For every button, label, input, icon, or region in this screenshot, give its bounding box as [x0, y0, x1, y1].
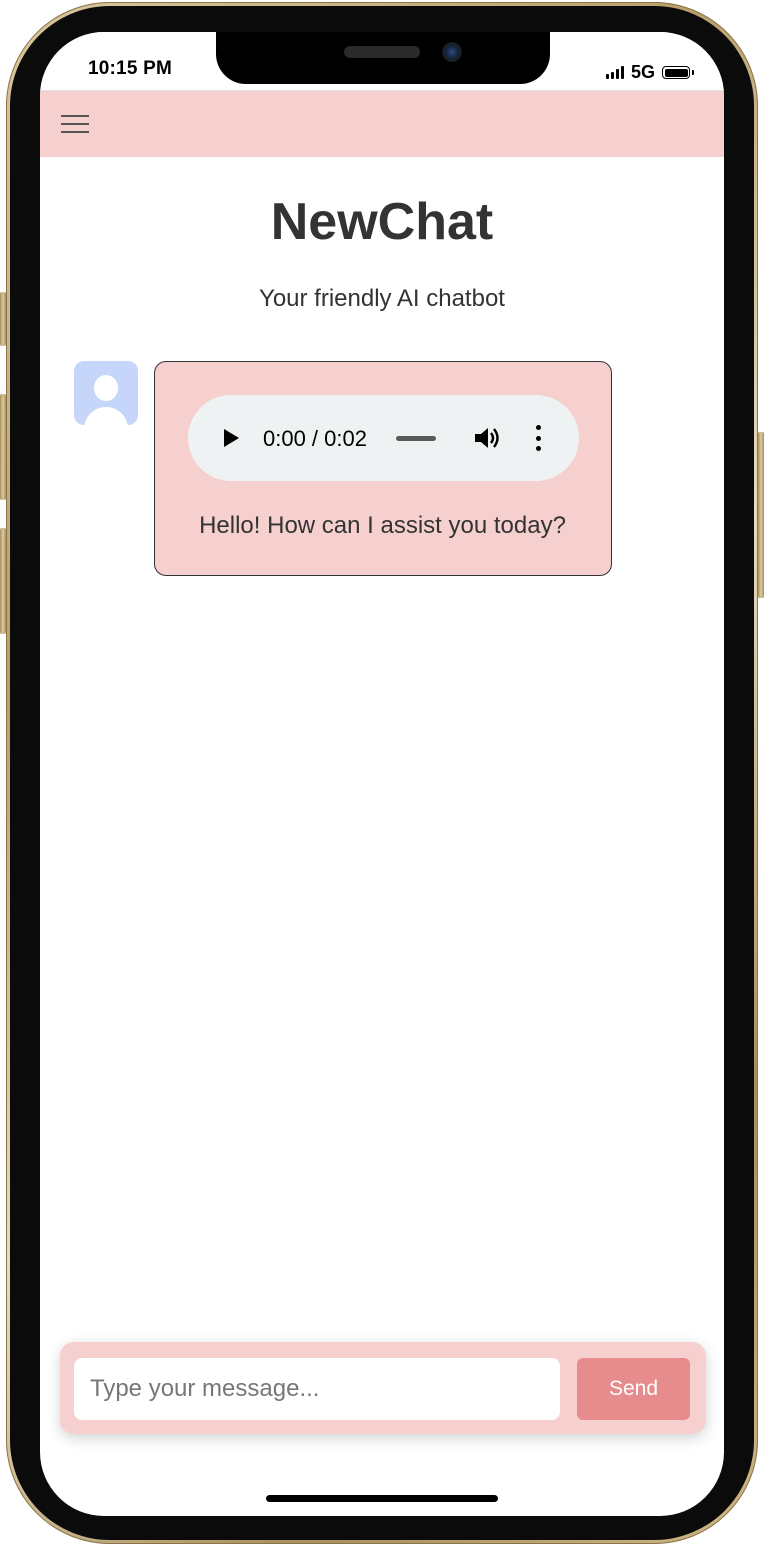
- more-options-icon[interactable]: [534, 425, 542, 451]
- power-button: [758, 432, 764, 598]
- avatar-icon: [74, 361, 138, 425]
- status-indicators: 5G: [605, 62, 694, 83]
- audio-player[interactable]: 0:00 / 0:02: [188, 395, 579, 481]
- battery-icon: [662, 66, 694, 79]
- audio-time: 0:00 / 0:02: [263, 426, 367, 451]
- screen: 10:15 PM 5G NewChat Your friendly AI cha: [40, 32, 724, 1516]
- volume-down-button: [0, 528, 6, 634]
- network-label: 5G: [630, 62, 655, 82]
- silent-switch: [0, 292, 6, 346]
- earpiece-speaker: [344, 46, 420, 58]
- play-icon[interactable]: [224, 429, 239, 447]
- audio-progress-bar[interactable]: [396, 436, 436, 441]
- send-button[interactable]: Send: [577, 1358, 690, 1420]
- message-text: Hello! How can I assist you today?: [199, 512, 566, 539]
- status-time: 10:15 PM: [88, 58, 172, 79]
- front-camera: [442, 42, 462, 62]
- signal-icon: [605, 66, 624, 79]
- home-indicator[interactable]: [266, 1495, 498, 1502]
- status-bar: 10:15 PM 5G: [40, 32, 724, 90]
- hamburger-menu-icon[interactable]: [58, 109, 92, 139]
- message-input[interactable]: [74, 1358, 560, 1420]
- notch: [216, 32, 550, 84]
- app-header: [40, 90, 724, 157]
- page-title: NewChat: [270, 193, 494, 251]
- volume-up-button: [0, 394, 6, 500]
- message-composer: Send: [60, 1342, 706, 1434]
- page-subtitle: Your friendly AI chatbot: [259, 285, 505, 312]
- volume-icon[interactable]: [473, 425, 501, 451]
- bot-message-bubble: 0:00 / 0:02 Hello! How can I assist you …: [154, 361, 612, 576]
